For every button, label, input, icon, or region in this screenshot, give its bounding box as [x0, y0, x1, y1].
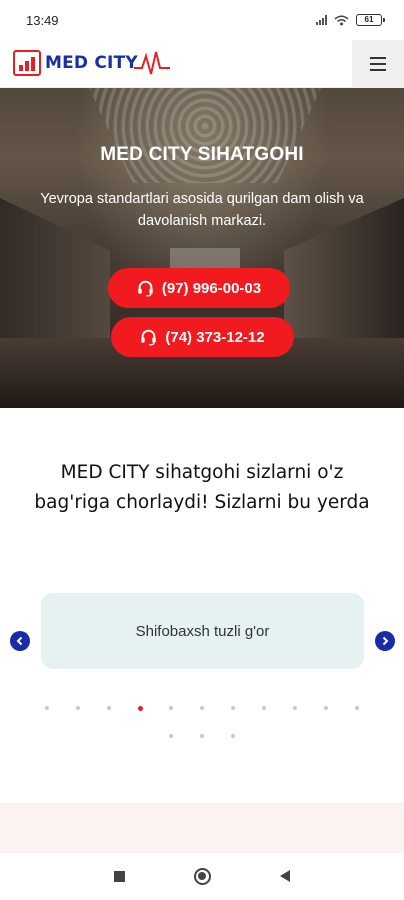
logo[interactable]: MED CITY: [13, 48, 172, 78]
menu-button[interactable]: [352, 40, 404, 88]
slider-dot[interactable]: [249, 705, 280, 711]
slider-dot[interactable]: [94, 705, 125, 711]
intro-heading: MED CITY sihatgohi sizlarni o'z bag'riga…: [34, 462, 370, 513]
slider-dot[interactable]: [311, 705, 342, 711]
hero-subtitle: Yevropa standartlari asosida qurilgan da…: [40, 191, 364, 229]
home-icon[interactable]: [194, 868, 211, 885]
status-bar: 13:49 61: [0, 0, 404, 40]
phone-number-1: (97) 996-00-03: [161, 279, 262, 297]
slider-dot[interactable]: [156, 733, 187, 739]
slider-card[interactable]: Shifobaxsh tuzli g'or: [41, 593, 364, 669]
hero-title: MED CITY SIHATGOHI: [100, 144, 304, 165]
battery-icon: 61: [356, 14, 385, 26]
hero-overlay: [0, 88, 404, 408]
section-footer-band: [0, 803, 404, 853]
slider-dot[interactable]: [125, 705, 156, 711]
phone-button-1[interactable]: (97) 996-00-03: [108, 268, 290, 308]
status-time: 13:49: [26, 12, 59, 28]
slider-prev-button[interactable]: [10, 631, 30, 651]
slider-dot[interactable]: [218, 733, 249, 739]
slider-dot[interactable]: [156, 705, 187, 711]
phone-number-2: (74) 373-12-12: [165, 328, 265, 346]
recent-apps-icon[interactable]: [114, 871, 125, 882]
logo-mark-icon: [13, 50, 41, 76]
slider-dot[interactable]: [342, 705, 373, 711]
hamburger-icon: [370, 57, 386, 59]
headset-icon: [138, 280, 153, 296]
slider-dot[interactable]: [32, 705, 63, 711]
hero-banner: MED CITY SIHATGOHI Yevropa standartlari …: [0, 88, 404, 408]
slider-next-button[interactable]: [375, 631, 395, 651]
logo-text: MED CITY: [45, 53, 138, 73]
slider-dot[interactable]: [63, 705, 94, 711]
status-icons: 61: [316, 14, 385, 26]
heartbeat-icon: [133, 51, 170, 75]
phone-button-2[interactable]: (74) 373-12-12: [111, 317, 294, 357]
site-header: MED CITY: [0, 40, 404, 88]
system-nav-bar: [0, 853, 404, 900]
slider-dot[interactable]: [187, 705, 218, 711]
slider-dots: [0, 705, 404, 711]
slider-dot[interactable]: [280, 705, 311, 711]
wifi-icon: [334, 15, 349, 25]
slider-dot[interactable]: [187, 733, 218, 739]
chevron-left-icon: [16, 636, 23, 646]
signal-icon: [316, 15, 327, 25]
slider-dots: [0, 733, 404, 739]
back-icon[interactable]: [280, 870, 290, 882]
slider-dot[interactable]: [218, 705, 249, 711]
slide-title: Shifobaxsh tuzli g'or: [135, 622, 270, 640]
chevron-right-icon: [382, 636, 389, 646]
headset-icon: [141, 329, 157, 345]
